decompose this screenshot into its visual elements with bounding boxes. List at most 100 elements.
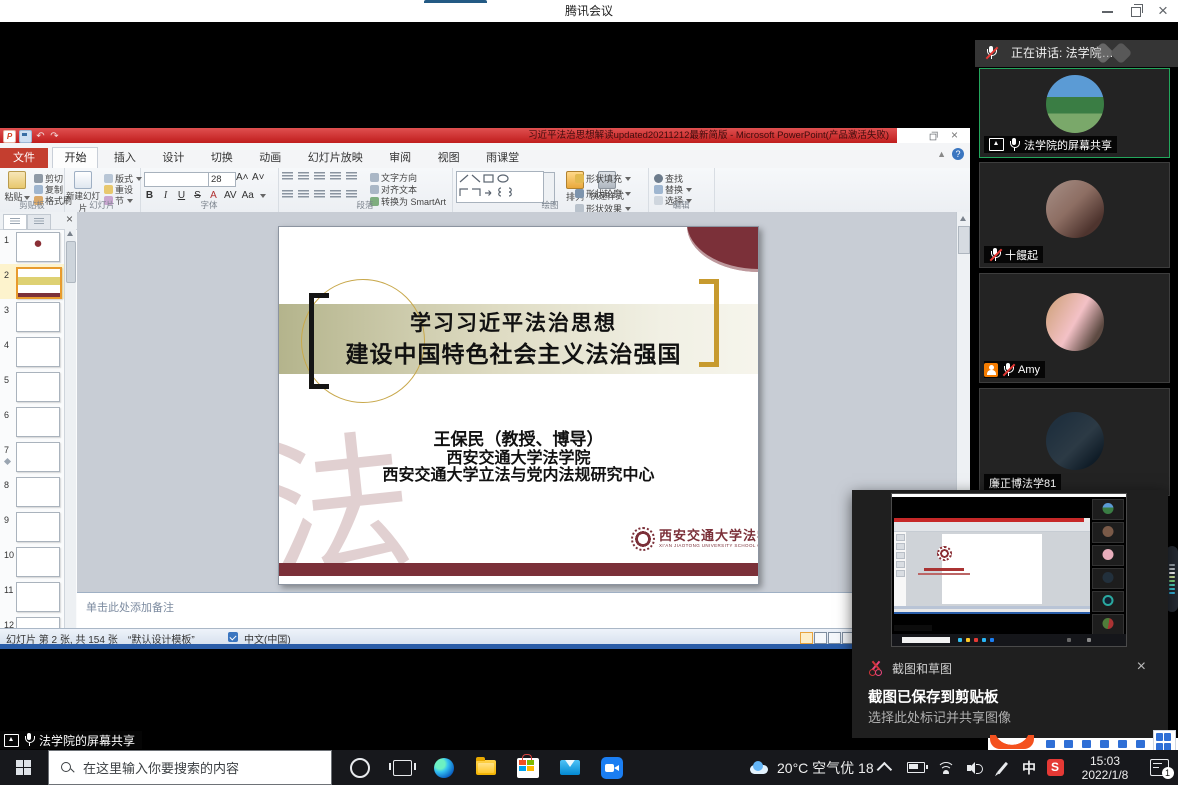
shape-fill-button[interactable]: 形状填充 [575,172,631,185]
snip-sketch-icon [868,661,883,676]
edge-button[interactable] [424,750,464,785]
grow-font-icon[interactable]: A˄ [236,172,249,183]
decrease-indent-icon[interactable] [314,172,325,181]
participant-tile-4[interactable]: 廉正博法学81 [979,388,1170,496]
slide-thumbnail-4[interactable]: 4 [0,334,64,369]
tab-transitions[interactable]: 切换 [200,148,244,168]
save-icon[interactable] [19,130,32,143]
outline-tab[interactable] [27,214,51,230]
speaker-icon [967,762,981,774]
ppt-restore-button[interactable] [922,129,944,142]
notification-close-button[interactable] [1137,658,1146,676]
school-logo-en: XI'AN JIAOTONG UNIVERSITY SCHOOL OF LAW [659,544,759,549]
slide-thumbnail-2[interactable]: 2 [0,264,64,299]
taskbar-search[interactable]: 在这里输入你要搜索的内容 [48,750,332,785]
ime-mode-button[interactable]: 中 [1016,750,1042,785]
sogou-button[interactable]: S [1042,750,1068,785]
battery-button[interactable] [902,750,930,785]
speaking-banner: 正在讲话: 法学院… [975,40,1178,67]
slide-number: 10 [4,550,14,560]
avatar [1046,75,1104,133]
align-left-icon[interactable] [282,190,293,199]
font-name-combo[interactable] [144,172,210,187]
task-view-button[interactable] [382,750,422,785]
participant-tile-2[interactable]: 十饅起 [979,162,1170,268]
screenshot-preview[interactable] [891,493,1127,647]
notes-pane[interactable]: 单击此处添加备注 [77,592,970,629]
restore-button[interactable] [1122,0,1150,22]
hidden-icons-button[interactable] [872,750,900,785]
slide-thumbnail-3[interactable]: 3 [0,299,64,334]
slide-sorter-view-icon[interactable] [814,632,827,644]
slide-number: 3 [4,305,9,315]
file-explorer-button[interactable] [466,750,506,785]
numbering-icon[interactable] [298,172,309,181]
tab-file[interactable]: 文件 [0,148,48,168]
slide-thumbnail-10[interactable]: 10 [0,544,64,579]
tab-animations[interactable]: 动画 [248,148,292,168]
shrink-font-icon[interactable]: A˅ [252,172,265,183]
line-spacing-icon[interactable] [346,172,357,181]
tab-rainclass[interactable]: 雨课堂 [475,148,530,168]
participant-label: 廉正博法学81 [984,474,1061,491]
slide-thumbnail-1[interactable]: 1 [0,229,64,264]
reading-view-icon[interactable] [828,632,841,644]
tab-review[interactable]: 审阅 [378,148,422,168]
slide-number: 2 [4,270,9,280]
volume-button[interactable] [960,750,988,785]
tab-insert[interactable]: 插入 [103,148,147,168]
slide-thumbnail-image [16,337,60,367]
spellcheck-icon[interactable] [228,632,238,642]
quick-access-toolbar[interactable]: P [3,130,60,143]
ime-toolbar[interactable] [988,738,1178,750]
start-button[interactable] [0,750,48,785]
slide-thumbnail-8[interactable]: 8 [0,474,64,509]
slide-thumbnail-5[interactable]: 5 [0,369,64,404]
slide-thumbnail-7[interactable]: 7 [0,439,64,474]
slide-thumbnail-image [16,442,60,472]
slides-tab[interactable] [3,214,27,230]
columns-icon[interactable] [346,190,357,199]
slide-footer-bar [279,563,758,576]
normal-view-icon[interactable] [800,632,813,644]
slide[interactable]: 学习习近平法治思想 建设中国特色社会主义法治强国 王保民（教授、博导） 西安交通… [278,226,759,585]
bullets-icon[interactable] [282,172,293,181]
participant-tile-1[interactable]: 法学院的屏幕共享 [979,68,1170,158]
tab-slideshow[interactable]: 幻灯片放映 [297,148,374,168]
ribbon-collapse-icon[interactable]: ▲ [937,149,946,159]
redo-icon[interactable] [49,131,60,142]
screenshot-notification[interactable]: 截图和草图 截图已保存到剪贴板 选择此处标记并共享图像 [852,490,1168,738]
minimize-button[interactable] [1094,0,1122,22]
align-right-icon[interactable] [314,190,325,199]
group-font: 28 A˄ A˅ B I U S A AV Aa 字体 [140,168,279,212]
slides-pane-scrollbar[interactable] [64,229,76,628]
increase-indent-icon[interactable] [330,172,341,181]
help-icon[interactable]: ? [952,148,964,160]
shape-outline-button[interactable]: 形状轮廓 [575,187,631,200]
weather-widget[interactable]: 20°C 空气优 18 [748,750,874,785]
tab-design[interactable]: 设计 [151,148,195,168]
tab-home[interactable]: 开始 [52,147,98,168]
tencent-meeting-button[interactable] [592,750,632,785]
clock[interactable]: 15:03 2022/1/8 [1068,750,1142,785]
align-center-icon[interactable] [298,190,309,199]
ppt-close-button[interactable] [944,129,966,142]
screen-share-icon [4,734,19,747]
tab-view[interactable]: 视图 [427,148,471,168]
font-size-combo[interactable]: 28 [208,172,236,187]
action-center-button[interactable]: 1 [1140,750,1178,785]
participant-tile-3[interactable]: Amy [979,273,1170,383]
store-button[interactable] [508,750,548,785]
avatar [1046,180,1104,238]
avatar [1046,412,1104,470]
network-button[interactable] [932,750,960,785]
undo-icon[interactable] [35,131,46,142]
slide-thumbnail-9[interactable]: 9 [0,509,64,544]
slide-thumbnail-6[interactable]: 6 [0,404,64,439]
pen-button[interactable] [988,750,1016,785]
justify-icon[interactable] [330,190,341,199]
cortana-button[interactable] [340,750,380,785]
close-button[interactable] [1150,0,1178,22]
slide-thumbnail-11[interactable]: 11 [0,579,64,614]
mail-button[interactable] [550,750,590,785]
